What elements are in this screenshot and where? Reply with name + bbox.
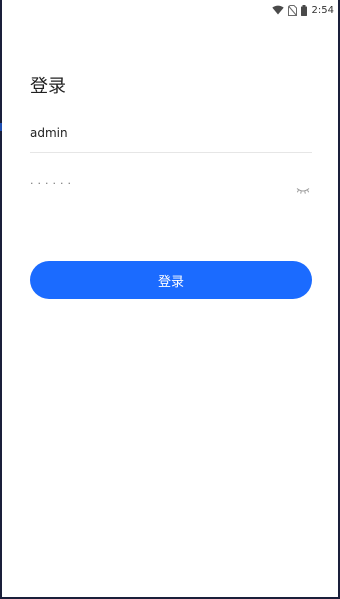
eye-closed-icon[interactable] (296, 180, 310, 199)
password-field[interactable]: ······ (30, 176, 312, 198)
no-sim-icon (287, 4, 297, 16)
status-bar: 2:54 (0, 0, 340, 20)
username-value[interactable]: admin (30, 126, 68, 140)
status-time: 2:54 (311, 4, 334, 16)
password-value[interactable]: ······ (30, 177, 75, 190)
username-field[interactable]: admin (30, 120, 312, 153)
wifi-icon (271, 5, 284, 15)
login-button[interactable]: 登录 (30, 261, 312, 299)
page-title: 登录 (30, 76, 66, 97)
battery-icon (300, 4, 307, 16)
edge-marker (0, 123, 2, 131)
